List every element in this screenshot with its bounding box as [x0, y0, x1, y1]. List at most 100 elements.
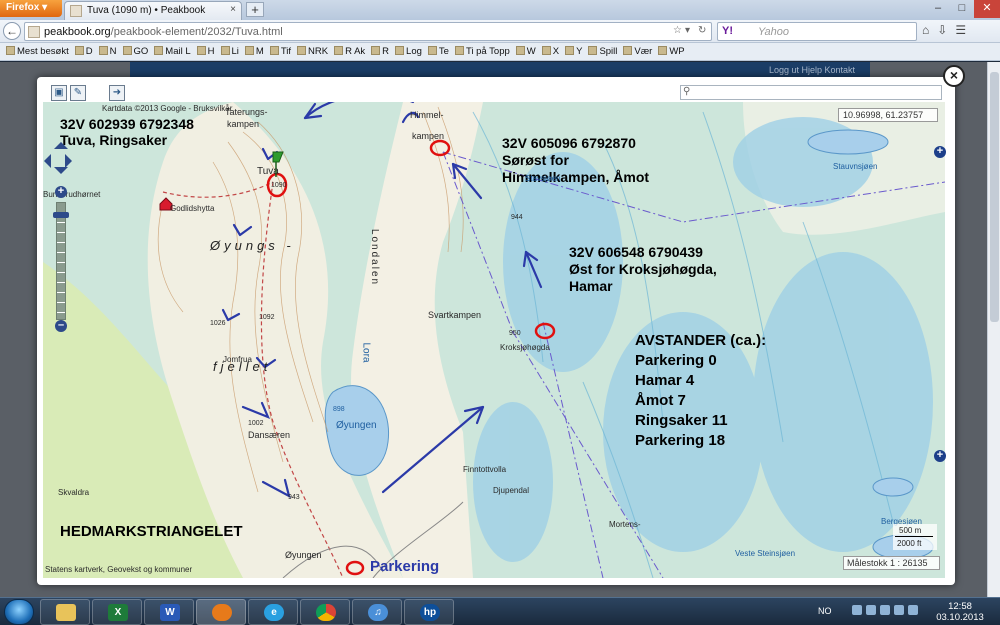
url-bar[interactable]: peakbook.org/peakbook-element/2032/Tuva.… [24, 22, 712, 41]
height-label: 943 [288, 494, 300, 501]
taskbar-chrome[interactable] [300, 599, 350, 625]
yahoo-icon[interactable]: Y! [722, 25, 733, 37]
zoom-slider-handle[interactable] [53, 212, 69, 218]
navigation-bar: ← peakbook.org/peakbook-element/2032/Tuv… [0, 20, 1000, 43]
download-icon[interactable]: ⇩ [937, 23, 955, 37]
bookmark-item[interactable]: W [515, 45, 536, 59]
back-arrow-icon[interactable]: ← [3, 22, 21, 40]
pan-right-icon[interactable] [65, 154, 72, 168]
start-button[interactable] [4, 599, 34, 625]
taskbar-itunes[interactable]: ♫ [352, 599, 402, 625]
bookmark-label: GO [133, 46, 149, 57]
expand-panel-icon[interactable]: + [934, 146, 946, 158]
bookmark-item[interactable]: Log [395, 45, 422, 59]
zoom-box-icon[interactable]: ▣ [51, 85, 67, 101]
dropdown-arrow-icon[interactable]: ▾ [685, 25, 690, 36]
map-copyright[interactable]: Kartdata ©2013 Google - Bruksvilkår [102, 104, 232, 113]
bookmark-item[interactable]: Y [565, 45, 582, 59]
hp-icon: hp [420, 604, 440, 621]
clock[interactable]: 12:58 03.10.2013 [930, 601, 990, 623]
window-close-button[interactable]: ✕ [974, 0, 1000, 18]
parking-label: Parkering [370, 558, 440, 575]
scrollbar-thumb[interactable] [990, 72, 999, 322]
bookmark-item[interactable]: NRK [297, 45, 328, 59]
zoom-out-button[interactable]: – [55, 320, 67, 332]
bookmark-item[interactable]: Tif [269, 45, 291, 59]
taskbar-word[interactable]: W [144, 599, 194, 625]
language-indicator[interactable]: NO [818, 606, 832, 616]
bookmark-item[interactable]: Li [220, 45, 239, 59]
url-text[interactable]: peakbook.org/peakbook-element/2032/Tuva.… [44, 26, 283, 38]
firefox-menu-button[interactable]: Firefox ▾ [0, 0, 62, 17]
zoom-slider[interactable] [56, 202, 66, 320]
taskbar-ie[interactable]: e [248, 599, 298, 625]
region-label: HEDMARKSTRIANGELET [60, 523, 243, 540]
place-label: Djupendal [493, 486, 530, 495]
bookmark-item[interactable]: Te [427, 45, 449, 59]
bookmark-item[interactable]: N [98, 45, 117, 59]
tray-icon[interactable] [908, 605, 918, 615]
taskbar-firefox[interactable] [196, 599, 246, 625]
search-bar[interactable]: Y! Yahoo [717, 22, 917, 41]
lake-label: Stavsjøen [525, 174, 561, 183]
pan-down-icon[interactable] [54, 167, 68, 174]
bookmark-item[interactable]: GO [122, 45, 149, 59]
bookmark-item[interactable]: H [196, 45, 215, 59]
place-label: Jomfrua [223, 355, 252, 364]
home-icon[interactable]: ⌂ [922, 23, 937, 37]
bookmark-item[interactable]: Ti på Topp [454, 45, 510, 59]
clock-time: 12:58 [948, 601, 972, 612]
page-scrollbar[interactable] [987, 62, 1000, 597]
tray-icon[interactable] [866, 605, 876, 615]
menu-icon[interactable]: ☰ [955, 23, 974, 37]
taskbar-excel[interactable]: X [92, 599, 142, 625]
tray-icon[interactable] [894, 605, 904, 615]
site-identity-icon[interactable] [28, 26, 40, 38]
place-label: Godlidshytta [170, 204, 215, 213]
bookmark-item[interactable]: WP [658, 45, 685, 59]
export-icon[interactable]: ➜ [109, 85, 125, 101]
maximize-button[interactable]: □ [950, 0, 974, 18]
taskbar-hp[interactable]: hp [404, 599, 454, 625]
zoom-in-button[interactable]: + [55, 186, 67, 198]
pan-left-icon[interactable] [44, 154, 51, 168]
bookmark-item[interactable]: R [371, 45, 389, 59]
coordinate-readout: 10.96998, 61.23757 [838, 108, 938, 122]
new-tab-button[interactable]: + [246, 2, 264, 17]
modal-close-button[interactable]: × [943, 65, 965, 87]
bookmark-item[interactable]: X [541, 45, 559, 59]
height-label: 1026 [210, 320, 226, 327]
bookmark-item[interactable]: D [74, 45, 93, 59]
bookmark-item[interactable]: R Ak [334, 45, 365, 59]
bookmark-icon [74, 46, 84, 55]
reload-icon[interactable]: ↻ [698, 25, 706, 36]
bookmark-item[interactable]: Spill [588, 45, 617, 59]
bookmarks-bar: Mest besøkt D N GO Mail L H Li M Tif NRK R Ak R Log T… [0, 43, 1000, 61]
chevron-down-icon: ▾ [42, 2, 48, 13]
bookmark-label: Mail L [165, 46, 191, 57]
expand-panel-icon[interactable]: + [934, 450, 946, 462]
taskbar-explorer[interactable] [40, 599, 90, 625]
bookmark-item[interactable]: Mail L [154, 45, 191, 59]
tab-tuva[interactable]: Tuva (1090 m) • Peakbook × [64, 1, 242, 20]
bookmark-item[interactable]: M [244, 45, 264, 59]
tab-close-button[interactable]: × [230, 4, 236, 15]
draw-pencil-icon[interactable]: ✎ [70, 85, 86, 101]
pan-up-icon[interactable] [54, 142, 68, 149]
tray-icon[interactable] [852, 605, 862, 615]
minimize-button[interactable]: – [926, 0, 950, 18]
tray-icon[interactable] [880, 605, 890, 615]
map-search-input[interactable]: ⚲ [680, 85, 942, 100]
height-label: 944 [511, 214, 523, 221]
bookmark-label: H [207, 46, 215, 57]
bookmark-icon [541, 46, 551, 55]
map-view[interactable]: Kartdata ©2013 Google - Bruksvilkår Stat… [43, 102, 945, 578]
bookmark-label: Ti på Topp [465, 46, 510, 57]
bookmark-item[interactable]: Mest besøkt [6, 45, 69, 59]
bookmark-item[interactable]: Vær [623, 45, 652, 59]
bookmark-icon [334, 46, 344, 55]
star-icon[interactable]: ☆ [673, 25, 682, 36]
place-label: Taterungs- [225, 107, 268, 117]
bookmark-label: W [526, 46, 536, 57]
place-label: Tuva [257, 166, 279, 177]
